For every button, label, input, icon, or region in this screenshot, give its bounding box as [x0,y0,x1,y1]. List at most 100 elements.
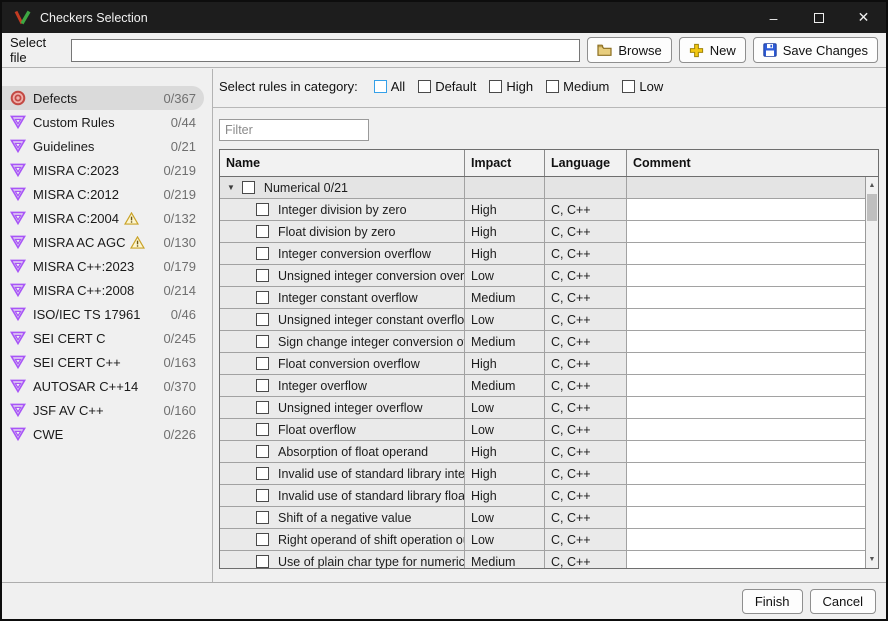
sidebar-item-autosar-c++14[interactable]: AUTOSAR C++14 0/370 [2,374,204,398]
rule-row-integer-conversion-overflow[interactable]: Integer conversion overflow High C, C++ [220,243,865,265]
scrollbar-thumb[interactable] [867,194,877,221]
rule-checkbox[interactable] [256,203,269,216]
sidebar-item-iso-iec-ts-17961[interactable]: ISO/IEC TS 17961 0/46 [2,302,204,326]
column-header-comment[interactable]: Comment [627,150,878,176]
checkbox-icon[interactable] [418,80,431,93]
category-checkbox-all[interactable]: All [374,79,405,94]
rule-row-invalid-use-of-standard-library-integer-[interactable]: Invalid use of standard library integer … [220,463,865,485]
rule-comment-cell[interactable] [627,507,865,529]
category-checkbox-medium[interactable]: Medium [546,79,609,94]
rule-comment-cell[interactable] [627,331,865,353]
scroll-down-icon[interactable]: ▼ [866,553,878,566]
rule-comment-cell[interactable] [627,221,865,243]
column-header-language[interactable]: Language [545,150,627,176]
vertical-scrollbar[interactable]: ▲ ▼ [865,177,878,568]
rule-comment-cell[interactable] [627,485,865,507]
rule-checkbox[interactable] [256,379,269,392]
sidebar-item-label: MISRA C++:2023 [33,259,134,274]
finish-button[interactable]: Finish [742,589,803,614]
rule-row-float-conversion-overflow[interactable]: Float conversion overflow High C, C++ [220,353,865,375]
rule-checkbox[interactable] [256,247,269,260]
scroll-up-icon[interactable]: ▲ [866,179,878,192]
rule-checkbox[interactable] [256,555,269,568]
browse-button[interactable]: Browse [587,37,671,63]
rule-checkbox[interactable] [256,225,269,238]
sidebar-item-misra-c-2023[interactable]: MISRA C:2023 0/219 [2,158,204,182]
rule-row-float-division-by-zero[interactable]: Float division by zero High C, C++ [220,221,865,243]
rule-row-unsigned-integer-overflow[interactable]: Unsigned integer overflow Low C, C++ [220,397,865,419]
collapse-arrow-icon[interactable]: ▼ [227,183,235,192]
sidebar-item-defects[interactable]: Defects 0/367 [2,86,204,110]
rule-row-shift-of-a-negative-value[interactable]: Shift of a negative value Low C, C++ [220,507,865,529]
rule-comment-cell[interactable] [627,397,865,419]
rule-comment-cell[interactable] [627,309,865,331]
rule-row-right-operand-of-shift-operation-outside[interactable]: Right operand of shift operation outside… [220,529,865,551]
rule-comment-cell[interactable] [627,463,865,485]
sidebar-item-sei-cert-c++[interactable]: SEI CERT C++ 0/163 [2,350,204,374]
group-checkbox[interactable] [242,181,255,194]
category-checkbox-default[interactable]: Default [418,79,476,94]
rule-checkbox[interactable] [256,401,269,414]
rule-comment-cell[interactable] [627,265,865,287]
rule-checkbox[interactable] [256,357,269,370]
column-header-name[interactable]: Name [220,150,465,176]
rule-row-float-overflow[interactable]: Float overflow Low C, C++ [220,419,865,441]
rule-checkbox[interactable] [256,313,269,326]
category-checkbox-high[interactable]: High [489,79,533,94]
rule-checkbox[interactable] [256,269,269,282]
checkbox-icon[interactable] [622,80,635,93]
sidebar-item-misra-c-2004[interactable]: MISRA C:2004 0/132 [2,206,204,230]
checkbox-icon[interactable] [546,80,559,93]
sidebar-item-guidelines[interactable]: Guidelines 0/21 [2,134,204,158]
rule-comment-cell[interactable] [627,419,865,441]
checkbox-icon[interactable] [489,80,502,93]
rule-row-use-of-plain-char-type-for-numerical-val[interactable]: Use of plain char type for numerical val… [220,551,865,568]
sidebar-item-misra-c-2012[interactable]: MISRA C:2012 0/219 [2,182,204,206]
category-checkbox-low[interactable]: Low [622,79,663,94]
rule-checkbox[interactable] [256,335,269,348]
save-changes-button[interactable]: Save Changes [753,37,878,63]
rule-row-integer-constant-overflow[interactable]: Integer constant overflow Medium C, C++ [220,287,865,309]
sidebar-item-count: 0/46 [171,307,204,322]
rule-checkbox[interactable] [256,445,269,458]
rule-comment-cell[interactable] [627,441,865,463]
sidebar-item-jsf-av-c++[interactable]: JSF AV C++ 0/160 [2,398,204,422]
rule-comment-cell[interactable] [627,287,865,309]
rule-row-integer-division-by-zero[interactable]: Integer division by zero High C, C++ [220,199,865,221]
rule-row-absorption-of-float-operand[interactable]: Absorption of float operand High C, C++ [220,441,865,463]
column-header-impact[interactable]: Impact [465,150,545,176]
rule-comment-cell[interactable] [627,353,865,375]
sidebar-item-sei-cert-c[interactable]: SEI CERT C 0/245 [2,326,204,350]
close-button[interactable]: ✕ [841,2,886,33]
rule-comment-cell[interactable] [627,199,865,221]
new-button[interactable]: New [679,37,746,63]
sidebar-item-misra-c++-2023[interactable]: MISRA C++:2023 0/179 [2,254,204,278]
rule-checkbox[interactable] [256,489,269,502]
sidebar-item-misra-ac-agc[interactable]: MISRA AC AGC 0/130 [2,230,204,254]
rule-comment-cell[interactable] [627,375,865,397]
rule-checkbox[interactable] [256,423,269,436]
category-filter-row: Select rules in category: All Default Hi… [219,79,663,94]
filter-input[interactable] [219,119,369,141]
sidebar-item-misra-c++-2008[interactable]: MISRA C++:2008 0/214 [2,278,204,302]
sidebar-item-custom-rules[interactable]: Custom Rules 0/44 [2,110,204,134]
rule-comment-cell[interactable] [627,243,865,265]
rule-row-integer-overflow[interactable]: Integer overflow Medium C, C++ [220,375,865,397]
maximize-button[interactable] [796,2,841,33]
rule-comment-cell[interactable] [627,551,865,568]
minimize-button[interactable]: – [751,2,796,33]
rule-row-sign-change-integer-conversion-overflow[interactable]: Sign change integer conversion overflow … [220,331,865,353]
file-path-input[interactable] [71,39,581,62]
rule-checkbox[interactable] [256,467,269,480]
rule-row-unsigned-integer-constant-overflow[interactable]: Unsigned integer constant overflow Low C… [220,309,865,331]
cancel-button[interactable]: Cancel [810,589,876,614]
rule-row-invalid-use-of-standard-library-floating[interactable]: Invalid use of standard library floating… [220,485,865,507]
rule-comment-cell[interactable] [627,529,865,551]
rule-checkbox[interactable] [256,511,269,524]
rule-row-unsigned-integer-conversion-overflow[interactable]: Unsigned integer conversion overflow Low… [220,265,865,287]
checkbox-icon[interactable] [374,80,387,93]
group-row-numerical[interactable]: ▼ Numerical 0/21 [220,177,865,199]
rule-checkbox[interactable] [256,291,269,304]
sidebar-item-cwe[interactable]: CWE 0/226 [2,422,204,446]
rule-checkbox[interactable] [256,533,269,546]
